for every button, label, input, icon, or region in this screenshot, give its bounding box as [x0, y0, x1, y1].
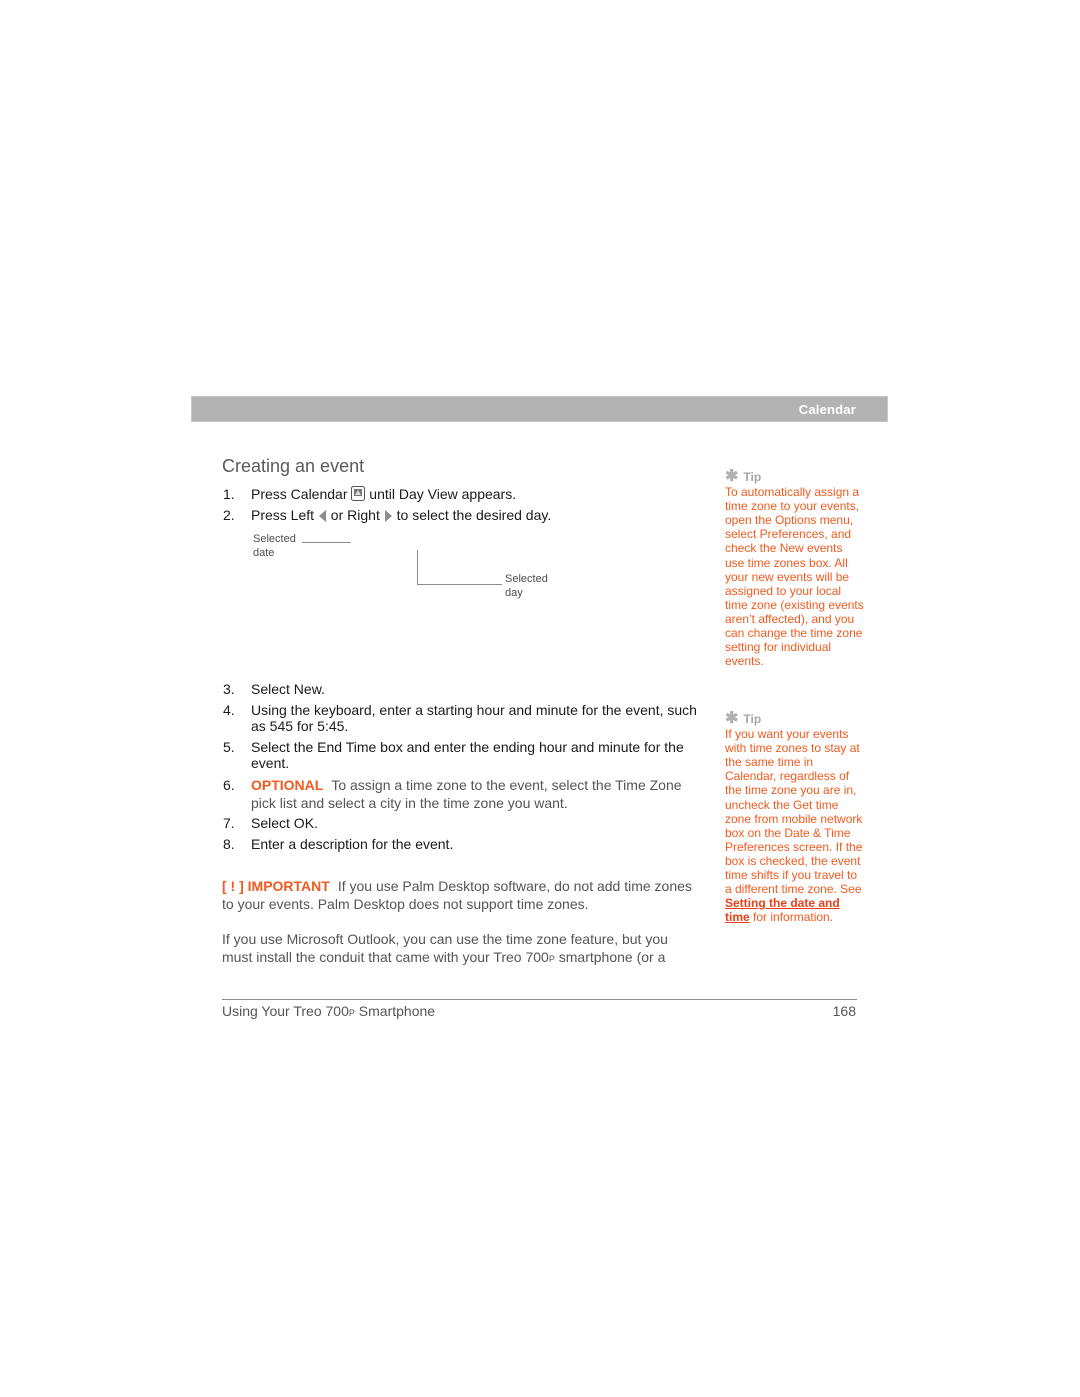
calendar-app-icon — [351, 486, 366, 504]
step-text: Press Calendar until Day View appears. — [251, 486, 698, 504]
step-7: 7. Select OK. — [223, 815, 698, 831]
step-text-part: Press Left — [251, 507, 318, 523]
step-text: Enter a description for the event. — [251, 836, 454, 852]
step-text: Select New. — [251, 681, 325, 697]
step-4: 4. Using the keyboard, enter a starting … — [223, 702, 698, 734]
paragraph-text: smartphone (or a — [554, 949, 666, 965]
step-text: Press Left or Right to select the desire… — [251, 507, 698, 525]
asterisk-icon: ✱ — [725, 468, 739, 486]
step-number: 6. — [223, 777, 235, 793]
footer-title: Using Your Treo 700P Smartphone — [222, 1003, 435, 1019]
tip-1: ✱ Tip To automatically assign a time zon… — [725, 468, 865, 669]
step-text-part: to select the desired day. — [392, 507, 552, 523]
step-text: Select the End Time box and enter the en… — [251, 739, 684, 771]
asterisk-icon: ✱ — [725, 710, 739, 728]
step-text: Using the keyboard, enter a starting hou… — [251, 702, 697, 734]
page-title: Creating an event — [222, 456, 365, 476]
step-1: 1. Press Calendar until Day View appears… — [223, 486, 698, 504]
step-text-part: or Right — [326, 507, 384, 523]
tip-text-part: If you want your events with time zones … — [725, 727, 863, 897]
callout-text: Selected — [253, 533, 296, 545]
step-number: 4. — [223, 702, 235, 718]
tip-text: To automatically assign a time zone to y… — [725, 485, 864, 669]
important-label: [ ! ] IMPORTANT — [222, 878, 330, 894]
callout-selected-date: Selected date — [253, 532, 296, 560]
step-3: 3. Select New. — [223, 681, 698, 697]
step-8: 8. Enter a description for the event. — [223, 836, 698, 852]
tip-label: Tip — [743, 470, 762, 484]
step-number: 1. — [223, 486, 235, 502]
footer-title-part: Smartphone — [354, 1003, 436, 1019]
callout-text: Selected — [505, 573, 548, 585]
tip-heading: ✱ Tip — [725, 468, 865, 486]
step-text-part: Press Calendar — [251, 486, 352, 502]
step-2: 2. Press Left or Right to select the des… — [223, 507, 698, 525]
callout-text: day — [505, 587, 523, 599]
right-arrow-icon — [384, 509, 393, 525]
tip-label: Tip — [743, 712, 762, 726]
section-title: Calendar — [798, 402, 856, 417]
callout-line-day-horizontal — [417, 584, 502, 585]
tip-heading: ✱ Tip — [725, 710, 865, 728]
step-number: 3. — [223, 681, 235, 697]
callout-selected-day: Selected day — [505, 572, 548, 600]
step-number: 2. — [223, 507, 235, 523]
callout-line-date — [302, 542, 351, 543]
callout-line-day-vertical — [417, 550, 418, 584]
tip-text: If you want your events with time zones … — [725, 727, 865, 924]
step-number: 7. — [223, 815, 235, 831]
page-number: 168 — [832, 1003, 856, 1019]
optional-label: OPTIONAL — [251, 777, 324, 793]
step-text: OPTIONAL To assign a time zone to the eve… — [251, 776, 698, 812]
step-text-part: until Day View appears. — [365, 486, 517, 502]
step-text: Select OK. — [251, 815, 318, 831]
footer-divider — [222, 999, 857, 1000]
tip-text-part: for information. — [749, 910, 834, 925]
left-arrow-icon — [318, 509, 327, 525]
important-note: [ ! ] IMPORTANT If you use Palm Desktop s… — [222, 877, 702, 913]
tip-2: ✱ Tip If you want your events with time … — [725, 710, 865, 925]
step-number: 8. — [223, 836, 235, 852]
step-5: 5. Select the End Time box and enter the… — [223, 739, 698, 771]
step-6: 6. OPTIONAL To assign a time zone to the … — [223, 776, 698, 812]
footer-title-part: Using Your Treo 700 — [222, 1003, 349, 1019]
step-number: 5. — [223, 739, 235, 755]
outlook-paragraph: If you use Microsoft Outlook, you can us… — [222, 930, 702, 968]
callout-text: date — [253, 547, 275, 559]
section-header-bar: Calendar — [191, 396, 888, 422]
